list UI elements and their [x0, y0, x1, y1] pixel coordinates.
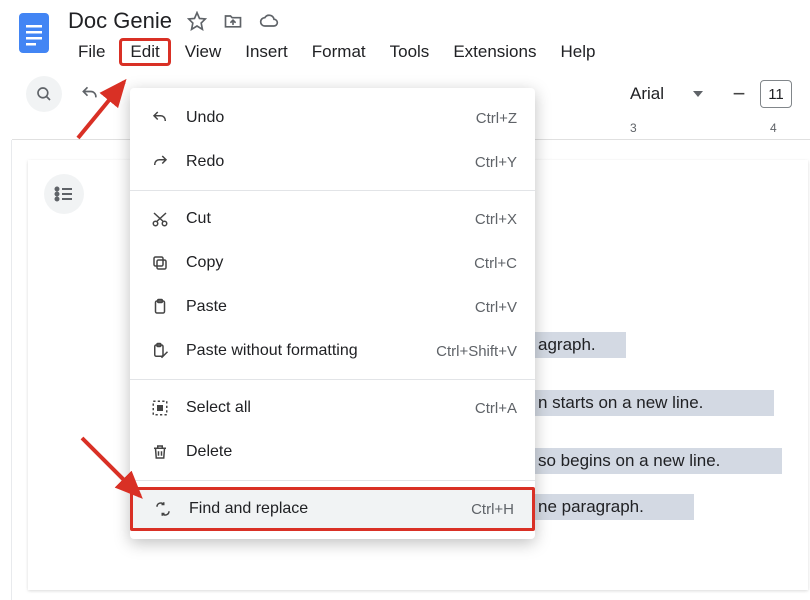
- redo-icon: [148, 153, 172, 171]
- undo-icon: [148, 109, 172, 127]
- undo-button[interactable]: [72, 76, 108, 112]
- menu-separator: [130, 190, 535, 191]
- paste-icon: [148, 298, 172, 316]
- menu-separator: [130, 379, 535, 380]
- menu-item-paste-no-format[interactable]: Paste without formatting Ctrl+Shift+V: [130, 329, 535, 373]
- menu-help[interactable]: Help: [550, 38, 605, 66]
- menu-tools[interactable]: Tools: [380, 38, 440, 66]
- menubar: File Edit View Insert Format Tools Exten…: [68, 38, 605, 66]
- menu-view[interactable]: View: [175, 38, 232, 66]
- menu-insert[interactable]: Insert: [235, 38, 298, 66]
- chevron-down-icon: [692, 84, 704, 104]
- menu-item-undo[interactable]: Undo Ctrl+Z: [130, 96, 535, 140]
- menu-item-copy[interactable]: Copy Ctrl+C: [130, 241, 535, 285]
- move-folder-icon[interactable]: [222, 10, 244, 32]
- edit-menu-dropdown: Undo Ctrl+Z Redo Ctrl+Y Cut Ctrl+X Copy …: [130, 88, 535, 539]
- menu-item-redo[interactable]: Redo Ctrl+Y: [130, 140, 535, 184]
- text-fragment: ne paragraph.: [534, 494, 694, 520]
- menu-file[interactable]: File: [68, 38, 115, 66]
- docs-logo[interactable]: [14, 8, 54, 58]
- text-fragment: agraph.: [534, 332, 626, 358]
- font-size-field[interactable]: 11: [760, 80, 792, 108]
- font-decrease-button[interactable]: −: [726, 80, 752, 108]
- search-menus-button[interactable]: [26, 76, 62, 112]
- menu-item-delete[interactable]: Delete: [130, 430, 535, 474]
- text-fragment: so begins on a new line.: [534, 448, 782, 474]
- ruler-mark-4: 4: [770, 121, 777, 135]
- menu-item-cut[interactable]: Cut Ctrl+X: [130, 197, 535, 241]
- menu-edit[interactable]: Edit: [119, 38, 170, 66]
- menu-item-paste[interactable]: Paste Ctrl+V: [130, 285, 535, 329]
- text-fragment: n starts on a new line.: [534, 390, 774, 416]
- find-replace-icon: [151, 500, 175, 518]
- menu-item-find-replace[interactable]: Find and replace Ctrl+H: [130, 487, 535, 531]
- menu-format[interactable]: Format: [302, 38, 376, 66]
- copy-icon: [148, 254, 172, 272]
- cloud-status-icon[interactable]: [258, 10, 280, 32]
- font-size-controls: − 11: [726, 80, 792, 108]
- font-family-select[interactable]: Arial: [618, 78, 716, 110]
- select-all-icon: [148, 399, 172, 417]
- cut-icon: [148, 210, 172, 228]
- menu-item-select-all[interactable]: Select all Ctrl+A: [130, 386, 535, 430]
- menu-extensions[interactable]: Extensions: [443, 38, 546, 66]
- trash-icon: [148, 443, 172, 461]
- doc-title[interactable]: Doc Genie: [68, 8, 172, 34]
- app-header: Doc Genie File Edit View Insert Format T…: [0, 0, 810, 66]
- star-icon[interactable]: [186, 10, 208, 32]
- document-outline-button[interactable]: [44, 174, 84, 214]
- font-name: Arial: [630, 84, 664, 104]
- ruler-mark-3: 3: [630, 121, 637, 135]
- left-margin: [0, 140, 12, 600]
- menu-separator: [130, 480, 535, 481]
- paste-no-format-icon: [148, 342, 172, 360]
